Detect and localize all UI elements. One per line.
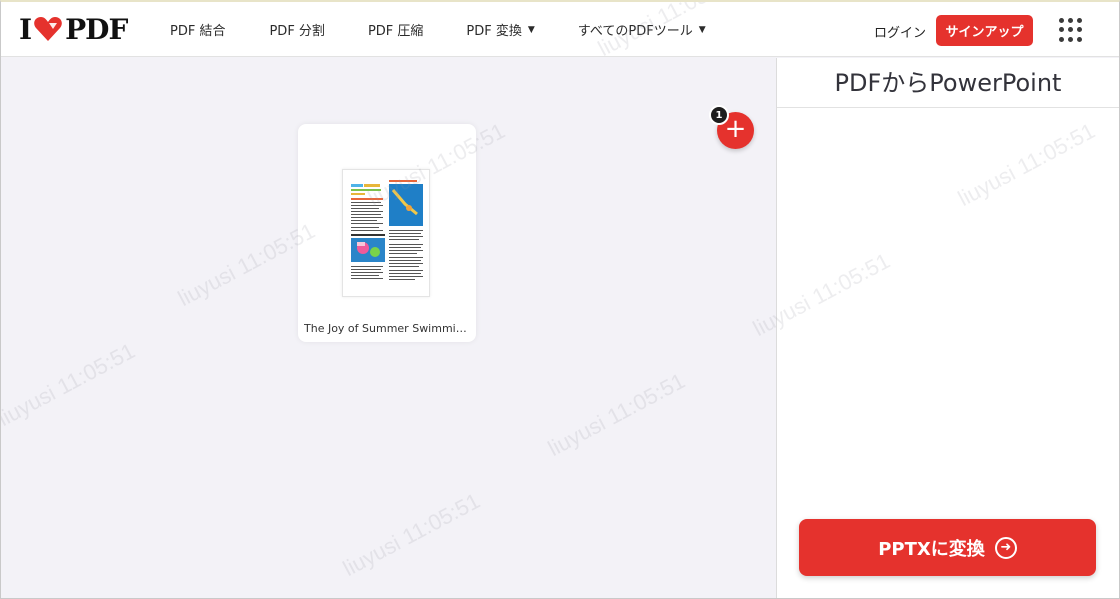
logo-text-pdf: PDF [65,12,128,46]
pdf-page-preview-icon [343,170,429,296]
arrow-right-circle-icon: ➜ [994,536,1017,559]
ilovepdf-logo[interactable]: I PDF [19,12,128,46]
nav-convert-pdf[interactable]: PDF 変換 ▼ [466,20,534,39]
signup-button[interactable]: サインアップ [936,15,1033,46]
tool-title: PDFからPowerPoint [777,58,1119,108]
main-nav: PDF 結合 PDF 分割 PDF 圧縮 PDF 変換 ▼ すべてのPDFツール… [151,2,706,57]
nav-merge-pdf[interactable]: PDF 結合 [170,20,225,39]
file-card[interactable]: The Joy of Summer Swimming… [298,124,476,342]
heart-icon [34,17,62,41]
app-window: I PDF PDF 結合 PDF 分割 PDF 圧縮 PDF 変換 ▼ すべての [0,0,1120,599]
caret-down-icon: ▼ [527,24,535,35]
nav-split-label: PDF 分割 [269,24,325,39]
nav-merge-label: PDF 結合 [170,24,226,39]
nav-all-tools[interactable]: すべてのPDFツール ▼ [578,20,706,39]
top-header: I PDF PDF 結合 PDF 分割 PDF 圧縮 PDF 変換 ▼ すべての [1,2,1119,57]
options-sidebar: PDFからPowerPoint PPTXに変換 ➜ [776,58,1119,598]
pdf-thumbnail [342,169,430,297]
nav-all-tools-label: すべてのPDFツール [577,24,693,39]
logo-text-i: I [19,12,32,46]
caret-down-icon: ▼ [698,24,706,35]
nav-compress-label: PDF 圧縮 [367,24,424,39]
convert-button-label: PPTXに変換 [878,538,985,560]
nav-convert-label: PDF 変換 [466,24,522,39]
nav-split-pdf[interactable]: PDF 分割 [269,20,324,39]
file-workspace: The Joy of Summer Swimming… + 1 [1,58,776,598]
nav-compress-pdf[interactable]: PDF 圧縮 [368,20,423,39]
convert-to-pptx-button[interactable]: PPTXに変換 ➜ [799,519,1096,576]
login-link[interactable]: ログイン [874,22,926,41]
file-name: The Joy of Summer Swimming… [304,322,470,335]
apps-grid-icon[interactable] [1059,18,1083,42]
file-count-badge: 1 [709,105,729,125]
